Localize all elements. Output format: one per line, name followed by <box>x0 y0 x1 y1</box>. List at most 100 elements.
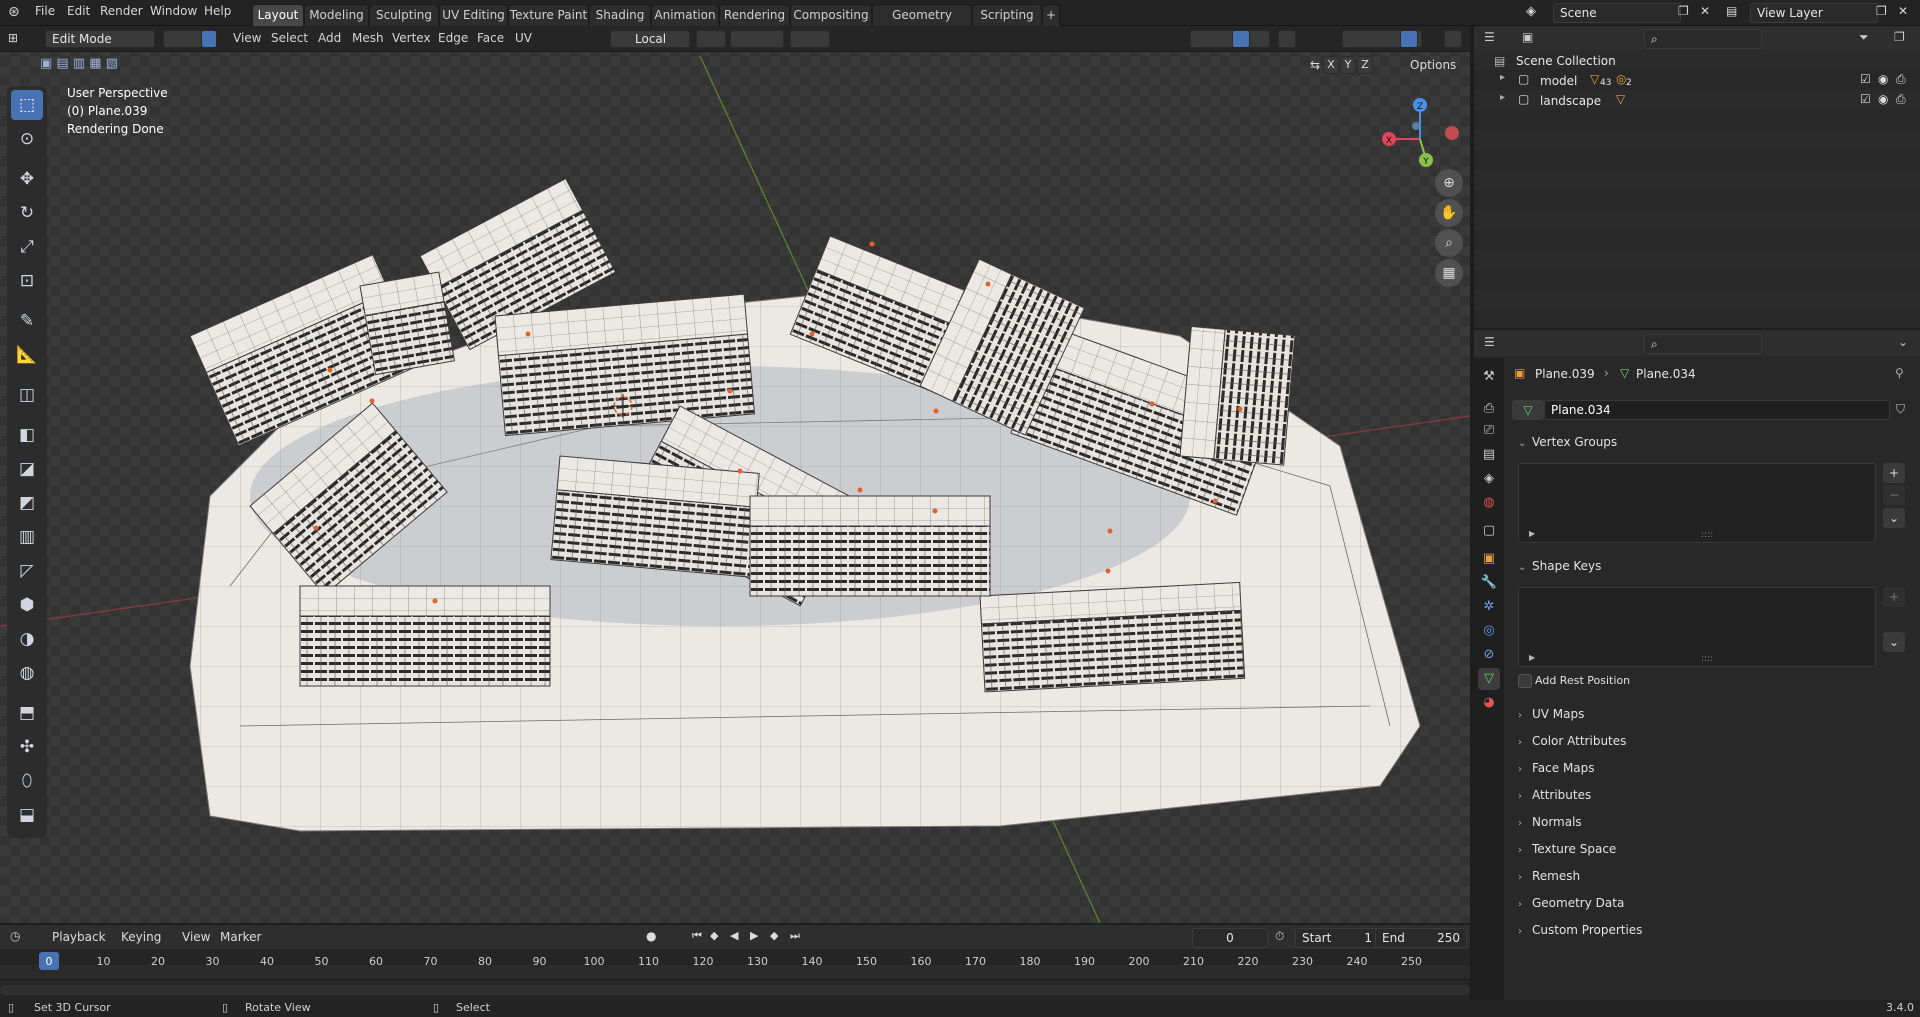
select-box-modes[interactable]: ▣ ▤ ▥ ▦ ▧ <box>40 56 140 72</box>
measure-tool-icon[interactable]: 📐 <box>11 340 43 370</box>
menu-view[interactable]: View <box>182 930 210 944</box>
pivot-point-button[interactable] <box>696 30 726 48</box>
menu-file[interactable]: File <box>35 4 55 18</box>
datablock-name-field[interactable]: Plane.034 <box>1544 400 1890 420</box>
scene-collection-label[interactable]: Scene Collection <box>1516 54 1616 68</box>
loop-cut-tool-icon[interactable]: ▥ <box>11 522 43 552</box>
menu-playback[interactable]: Playback <box>52 930 106 944</box>
move-tool-icon[interactable]: ✥ <box>11 164 43 194</box>
menu-keying[interactable]: Keying <box>121 930 161 944</box>
panel-face-maps[interactable]: › Face Maps <box>1518 761 1595 775</box>
3d-viewport[interactable]: User Perspective (0) Plane.039 Rendering… <box>0 26 1470 923</box>
add-workspace-button[interactable]: + <box>1042 4 1060 26</box>
ortho-grid-icon[interactable]: ▦ <box>1435 259 1463 287</box>
include-checkbox-model[interactable]: ☑ <box>1860 72 1871 86</box>
annotate-tool-icon[interactable]: ✎ <box>11 306 43 336</box>
panel-color-attributes[interactable]: › Color Attributes <box>1518 734 1626 748</box>
extrude-tool-icon[interactable]: ◧ <box>11 420 43 450</box>
menu-face[interactable]: Face <box>477 31 504 45</box>
rip-tool-icon[interactable]: ⬓ <box>11 800 43 830</box>
world-tab-icon[interactable]: ◍ <box>1478 492 1500 514</box>
timeline-editor-icon[interactable]: ◷ <box>10 929 20 943</box>
particles-tab-icon[interactable]: ✲ <box>1478 596 1500 618</box>
collection-model-label[interactable]: model <box>1540 74 1577 88</box>
add-vertex-group-button[interactable]: + <box>1883 463 1905 483</box>
end-frame-field[interactable]: End 250 <box>1375 928 1467 948</box>
stopwatch-icon[interactable]: ⏱ <box>1275 929 1284 944</box>
tab-compositing[interactable]: Compositing <box>790 4 872 26</box>
smooth-tool-icon[interactable]: ◍ <box>11 658 43 688</box>
poly-build-tool-icon[interactable]: ⬢ <box>11 590 43 620</box>
pan-hand-icon[interactable]: ✋ <box>1435 199 1463 227</box>
remove-vertex-group-button[interactable]: − <box>1883 485 1905 505</box>
tab-sculpting[interactable]: Sculpting <box>369 4 439 26</box>
new-scene-icon[interactable]: ❐ <box>1678 4 1689 18</box>
properties-search-input[interactable]: ⌕ <box>1644 334 1762 354</box>
collection-landscape-label[interactable]: landscape <box>1540 94 1601 108</box>
spin-tool-icon[interactable]: ◑ <box>11 624 43 654</box>
vertex-group-specials-button[interactable]: ⌄ <box>1883 508 1905 528</box>
orientation-dropdown[interactable]: Local <box>610 30 690 48</box>
overlay-button[interactable] <box>1278 30 1296 48</box>
menu-view[interactable]: View <box>233 31 261 45</box>
properties-options-icon[interactable]: ⌄ <box>1898 335 1908 349</box>
delete-scene-icon[interactable]: ✕ <box>1700 4 1710 18</box>
outliner-search-input[interactable]: ⌕ <box>1644 29 1762 49</box>
panel-shape-keys[interactable]: ⌄ Shape Keys <box>1518 559 1601 573</box>
scale-tool-icon[interactable]: ⤢ <box>11 232 43 262</box>
fake-user-shield-icon[interactable]: ⛉ <box>1896 402 1905 417</box>
tab-modeling[interactable]: Modeling <box>304 4 369 26</box>
select-box-tool-icon[interactable]: ⬚ <box>11 90 43 120</box>
tab-geometry-nodes[interactable]: Geometry Nodes <box>872 4 972 42</box>
xray-toggle[interactable] <box>1232 30 1250 48</box>
pause-render-button[interactable] <box>1444 30 1462 48</box>
snapping-buttons[interactable] <box>730 30 784 48</box>
menu-edit[interactable]: Edit <box>67 4 90 18</box>
display-mode-icon[interactable]: ▣ <box>1522 30 1533 44</box>
tab-texture-paint[interactable]: Texture Paint <box>508 4 589 26</box>
menu-mesh[interactable]: Mesh <box>352 31 384 45</box>
start-frame-field[interactable]: Start 1 <box>1295 928 1379 948</box>
visibility-eye-icon[interactable]: ◉ <box>1878 92 1888 106</box>
shear-tool-icon[interactable]: ⬯ <box>11 766 43 796</box>
scene-field[interactable]: Scene <box>1553 3 1681 23</box>
tab-layout[interactable]: Layout <box>252 4 304 26</box>
tab-uv-editing[interactable]: UV Editing <box>439 4 508 26</box>
edge-slide-tool-icon[interactable]: ⬒ <box>11 698 43 728</box>
view-layer-field[interactable]: View Layer <box>1750 3 1878 23</box>
material-tab-icon[interactable]: ◕ <box>1478 692 1500 714</box>
render-tab-icon[interactable]: ⎙ <box>1478 398 1500 420</box>
outliner-editor-icon[interactable]: ☰ <box>1484 30 1495 44</box>
datablock-browse-icon[interactable]: ▽ <box>1512 400 1544 420</box>
view-layer-tab-icon[interactable]: ▤ <box>1478 444 1500 466</box>
play-reverse-icon[interactable]: ◀ <box>730 929 738 942</box>
output-tab-icon[interactable]: ⎚ <box>1478 420 1500 442</box>
add-shape-key-button[interactable]: + <box>1883 587 1905 607</box>
panel-texture-space[interactable]: › Texture Space <box>1518 842 1616 856</box>
render-camera-icon[interactable]: ⎙ <box>1896 72 1906 87</box>
play-icon[interactable]: ▶ <box>750 929 758 942</box>
timeline-scrollbar[interactable] <box>0 985 1470 995</box>
properties-editor-icon[interactable]: ☰ <box>1484 335 1495 349</box>
prev-keyframe-icon[interactable]: ◆ <box>710 929 718 942</box>
panel-vertex-groups[interactable]: ⌄ Vertex Groups <box>1518 435 1617 449</box>
menu-help[interactable]: Help <box>204 4 231 18</box>
tab-shading[interactable]: Shading <box>589 4 651 26</box>
mirror-x-toggle[interactable]: X <box>1323 56 1339 74</box>
include-checkbox-landscape[interactable]: ☑ <box>1860 92 1871 106</box>
menu-window[interactable]: Window <box>150 4 197 18</box>
collection-tab-icon[interactable]: ▢ <box>1478 520 1500 542</box>
object-tab-icon[interactable]: ▣ <box>1478 548 1500 570</box>
expand-model-icon[interactable]: ▸ <box>1500 72 1505 83</box>
options-dropdown[interactable]: Options <box>1410 58 1456 72</box>
shape-key-specials-button[interactable]: ⌄ <box>1883 632 1905 652</box>
menu-vertex[interactable]: Vertex <box>392 31 431 45</box>
tab-rendering[interactable]: Rendering <box>719 4 790 26</box>
face-select-button[interactable] <box>201 30 217 48</box>
scene-tab-icon[interactable]: ◈ <box>1478 468 1500 490</box>
tab-scripting[interactable]: Scripting <box>972 4 1042 26</box>
transform-tool-icon[interactable]: ⊡ <box>11 266 43 296</box>
tab-animation[interactable]: Animation <box>651 4 719 26</box>
tool-tab-icon[interactable]: ⚒ <box>1478 366 1500 388</box>
mirror-y-toggle[interactable]: Y <box>1340 56 1356 74</box>
